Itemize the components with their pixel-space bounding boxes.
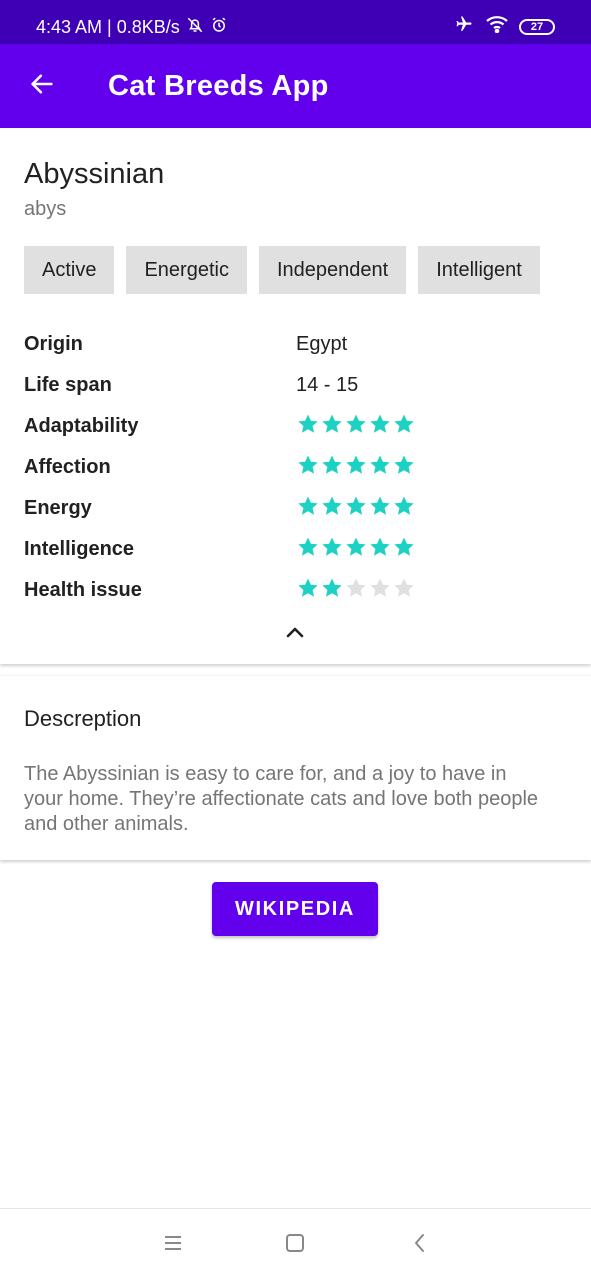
description-text: The Abyssinian is easy to care for, and …	[24, 763, 539, 835]
star-filled-icon	[296, 576, 320, 600]
star-filled-icon	[296, 535, 320, 559]
star-filled-icon	[320, 576, 344, 600]
attr-row-adaptability: Adaptability	[24, 410, 567, 451]
battery-icon: 27	[519, 18, 555, 35]
rating-stars	[296, 494, 416, 518]
attr-label: Origin	[24, 333, 83, 355]
star-filled-icon	[368, 412, 392, 436]
wifi-icon	[485, 15, 509, 38]
attr-label: Health issue	[24, 579, 142, 601]
star-empty-icon	[344, 576, 368, 600]
temperament-chip[interactable]: Intelligent	[418, 246, 540, 294]
temperament-chip[interactable]: Independent	[258, 246, 407, 294]
description-card: Descreption The Abyssinian is easy to ca…	[0, 676, 591, 860]
status-left: 4:43 AM | 0.8KB/s	[36, 16, 228, 39]
star-filled-icon	[344, 494, 368, 518]
arrow-back-icon	[28, 70, 56, 103]
rating-stars	[296, 412, 416, 436]
breed-id: abys	[24, 198, 67, 220]
star-filled-icon	[368, 535, 392, 559]
star-filled-icon	[320, 412, 344, 436]
breed-details-card: Abyssinian abys Active Energetic Indepen…	[0, 128, 591, 664]
star-empty-icon	[392, 576, 416, 600]
attr-value: Egypt	[296, 333, 348, 355]
temperament-chip[interactable]: Energetic	[126, 246, 247, 294]
star-filled-icon	[296, 453, 320, 477]
star-filled-icon	[392, 412, 416, 436]
star-filled-icon	[392, 453, 416, 477]
star-filled-icon	[344, 453, 368, 477]
star-filled-icon	[296, 412, 320, 436]
star-empty-icon	[368, 576, 392, 600]
status-right: 27	[453, 15, 555, 38]
silent-icon	[186, 16, 204, 39]
rating-stars	[296, 535, 416, 559]
attr-label: Affection	[24, 456, 111, 478]
rating-stars	[296, 453, 416, 477]
star-filled-icon	[320, 535, 344, 559]
attr-label: Intelligence	[24, 538, 135, 560]
back-button[interactable]	[24, 68, 60, 104]
back-nav-button[interactable]	[408, 1233, 432, 1257]
breed-name: Abyssinian	[24, 158, 165, 190]
app-bar: Cat Breeds App	[0, 44, 591, 128]
attr-row-intelligence: Intelligence	[24, 533, 567, 574]
star-filled-icon	[392, 535, 416, 559]
home-nav-button[interactable]	[283, 1233, 307, 1257]
temperament-chip[interactable]: Active	[24, 246, 115, 294]
attr-row-life-span: Life span 14 - 15	[24, 369, 567, 410]
attr-label: Life span	[24, 374, 112, 396]
attr-label: Energy	[24, 497, 92, 519]
attributes-list: Origin Egypt Life span 14 - 15 Adaptabil…	[24, 328, 567, 615]
attr-value: 14 - 15	[296, 374, 359, 396]
star-filled-icon	[368, 453, 392, 477]
attr-row-affection: Affection	[24, 451, 567, 492]
wikipedia-button[interactable]: WIKIPEDIA	[212, 882, 378, 936]
chevron-up-icon	[284, 625, 306, 644]
attr-label: Adaptability	[24, 415, 139, 437]
star-filled-icon	[320, 453, 344, 477]
star-filled-icon	[296, 494, 320, 518]
system-nav-bar	[0, 1208, 591, 1280]
star-filled-icon	[392, 494, 416, 518]
collapse-button[interactable]	[280, 622, 310, 646]
star-filled-icon	[344, 412, 368, 436]
description-title: Descreption	[24, 706, 142, 731]
status-bar: 4:43 AM | 0.8KB/s 27	[0, 0, 591, 44]
alarm-icon	[210, 16, 228, 39]
attr-row-health-issue: Health issue	[24, 574, 567, 615]
menu-nav-button[interactable]	[161, 1233, 185, 1257]
rating-stars	[296, 576, 416, 600]
status-time-speed: 4:43 AM | 0.8KB/s	[36, 17, 180, 37]
attr-row-origin: Origin Egypt	[24, 328, 567, 369]
star-filled-icon	[320, 494, 344, 518]
temperament-chips[interactable]: Active Energetic Independent Intelligent	[24, 246, 567, 294]
chevron-left-icon	[413, 1233, 427, 1258]
home-square-icon	[285, 1233, 305, 1258]
star-filled-icon	[368, 494, 392, 518]
attr-row-energy: Energy	[24, 492, 567, 533]
menu-icon	[163, 1234, 183, 1257]
app-title: Cat Breeds App	[108, 70, 329, 102]
airplane-icon	[453, 15, 475, 38]
star-filled-icon	[344, 535, 368, 559]
